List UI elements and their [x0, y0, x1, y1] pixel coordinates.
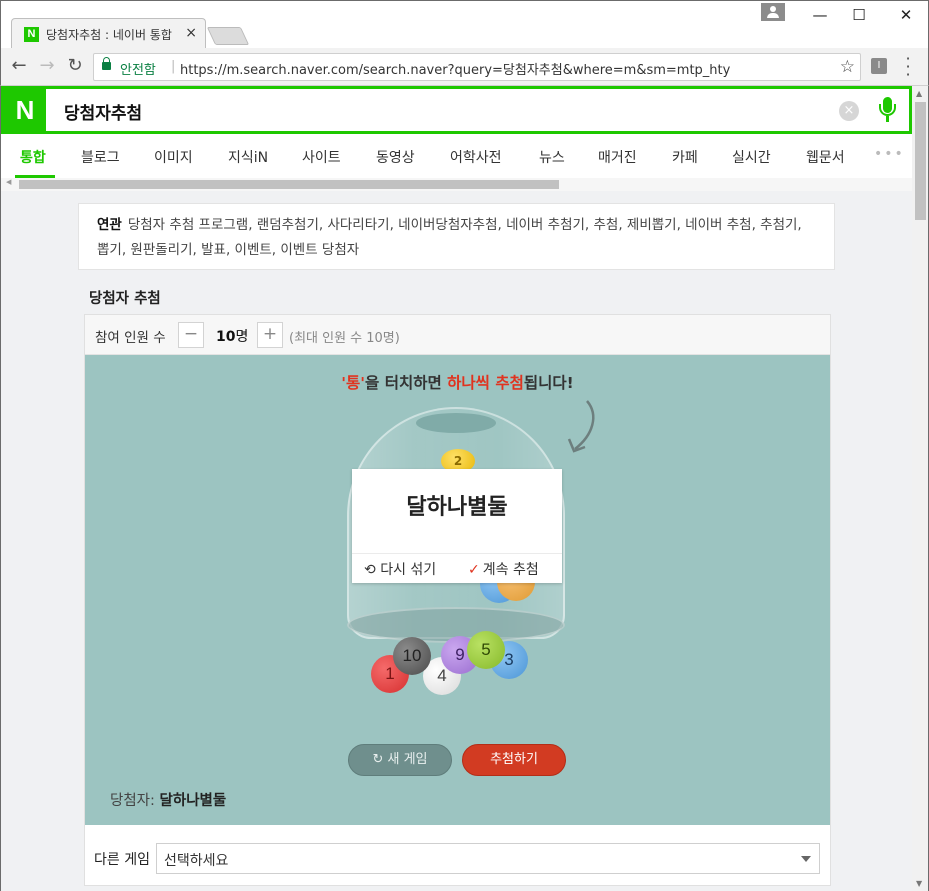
tab-dictionary[interactable]: 어학사전 [450, 147, 502, 167]
max-count-note: (최대 인원 수 10명) [289, 331, 400, 346]
participant-count-value: 10명 [216, 329, 249, 345]
jar-opening [416, 413, 496, 433]
tab-title: 당첨자추첨 : 네이버 통합 [46, 28, 172, 42]
select-value: 선택하세요 [164, 853, 229, 869]
tab-blog[interactable]: 블로그 [81, 147, 120, 167]
browser-titlebar: N 당첨자추첨 : 네이버 통합 × — ☐ ✕ [0, 0, 929, 49]
tab-cafe[interactable]: 카페 [672, 147, 698, 167]
naver-favicon-icon: N [24, 27, 39, 42]
related-keywords-list[interactable]: 당첨자 추첨 프로그램, 랜덤추첨기, 사다리타기, 네이버당첨자추첨, 네이버… [97, 217, 802, 258]
page-viewport: N 당첨자추첨 × 통합 블로그 이미지 지식iN 사이트 동영상 어학사전 뉴… [0, 86, 912, 891]
winner-line: 당첨자: 달하나별둘 [110, 793, 227, 809]
refresh-icon: ↻ [372, 752, 388, 767]
search-bar: N 당첨자추첨 × [1, 86, 912, 134]
result-name: 달하나별둘 [406, 495, 508, 520]
clear-search-icon[interactable]: × [839, 101, 859, 121]
tab-kin[interactable]: 지식iN [228, 147, 268, 167]
participant-count-label: 참여 인원 수 [95, 330, 166, 346]
naver-logo[interactable]: N [4, 89, 46, 131]
lock-icon [102, 57, 111, 70]
vertical-scrollbar[interactable]: ▲ ▼ [912, 86, 929, 891]
browser-toolbar: ← → ↻ 안전함 | https://m.search.naver.com/s… [0, 48, 929, 86]
new-tab-button[interactable] [206, 27, 250, 45]
instruction-text: '통'을 터치하면 하나씩 추첨됩니다! [341, 374, 574, 392]
result-actions: ⟲ 다시 섞기 ✓ 계속 추첨 [352, 553, 562, 583]
scroll-thumb[interactable] [915, 102, 926, 220]
tab-images[interactable]: 이미지 [154, 147, 193, 167]
minimize-button[interactable]: — [805, 5, 835, 25]
maximize-button[interactable]: ☐ [844, 5, 874, 25]
tab-news[interactable]: 뉴스 [539, 147, 565, 167]
search-tabs: 통합 블로그 이미지 지식iN 사이트 동영상 어학사전 뉴스 매거진 카페 실… [1, 134, 912, 178]
other-games-select[interactable]: 선택하세요 [156, 843, 820, 874]
draw-button[interactable]: 추첨하기 [462, 744, 566, 776]
tab-close-icon[interactable]: × [185, 25, 197, 41]
tabs-horizontal-scrollbar[interactable]: ◀ [1, 178, 912, 191]
forward-arrow-icon[interactable]: → [36, 55, 58, 77]
ball-10: 10 [393, 637, 431, 675]
back-arrow-icon[interactable]: ← [8, 55, 30, 77]
browser-tab[interactable]: N 당첨자추첨 : 네이버 통합 × [11, 18, 206, 49]
tab-realtime[interactable]: 실시간 [732, 147, 771, 167]
search-input[interactable]: 당첨자추첨 [64, 99, 142, 124]
tab-magazine[interactable]: 매거진 [598, 147, 637, 167]
tab-integrated[interactable]: 통합 [20, 147, 46, 167]
tab-sites[interactable]: 사이트 [302, 147, 341, 167]
lottery-widget: 참여 인원 수 − 10명 + (최대 인원 수 10명) '통'을 터치하면 … [84, 314, 831, 886]
secure-label: 안전함 [120, 63, 156, 78]
result-card: 달하나별둘 ⟲ 다시 섞기 ✓ 계속 추첨 [352, 469, 562, 583]
ball-5: 5 [467, 631, 505, 669]
reload-icon[interactable]: ↻ [64, 55, 86, 77]
close-window-button[interactable]: ✕ [891, 5, 921, 25]
bookmark-star-icon[interactable]: ☆ [840, 57, 855, 77]
address-bar[interactable]: 안전함 | https://m.search.naver.com/search.… [93, 53, 861, 81]
tab-webdocs[interactable]: 웹문서 [806, 147, 845, 167]
scroll-down-icon[interactable]: ▼ [916, 879, 922, 888]
continue-draw-button[interactable]: ✓ 계속 추첨 [468, 559, 539, 579]
scroll-left-icon[interactable]: ◀ [6, 178, 11, 186]
other-games-label: 다른 게임 [94, 852, 150, 868]
related-label: 연관 [97, 217, 122, 233]
user-profile-icon[interactable] [761, 3, 785, 21]
check-icon: ✓ [468, 562, 480, 578]
browser-menu-icon[interactable]: · · · [903, 51, 913, 83]
reshuffle-button[interactable]: ⟲ 다시 섞기 [364, 559, 436, 579]
chevron-down-icon [801, 856, 811, 862]
participant-count-row: 참여 인원 수 − 10명 + (최대 인원 수 10명) [85, 315, 830, 355]
tab-video[interactable]: 동영상 [376, 147, 415, 167]
section-title: 당첨자 추첨 [89, 291, 161, 307]
decrease-count-button[interactable]: − [178, 322, 204, 348]
extension-icon[interactable]: I [871, 58, 887, 74]
more-tabs-icon[interactable]: ••• [874, 146, 905, 162]
scroll-up-icon[interactable]: ▲ [916, 89, 922, 98]
other-games-row: 다른 게임 선택하세요 [85, 825, 830, 885]
url-text[interactable]: https://m.search.naver.com/search.naver?… [180, 59, 730, 78]
tabs-scroll-thumb[interactable] [19, 180, 559, 189]
draw-stage: '통'을 터치하면 하나씩 추첨됩니다! 2 달하나별둘 ⟲ 다시 섞기 ✓ 계속… [85, 355, 830, 825]
new-game-button[interactable]: ↻ 새 게임 [348, 744, 452, 776]
increase-count-button[interactable]: + [257, 322, 283, 348]
curved-arrow-icon [567, 400, 595, 453]
url-separator: | [171, 59, 176, 74]
microphone-icon[interactable] [879, 97, 896, 123]
related-keywords: 연관 당첨자 추첨 프로그램, 랜덤추첨기, 사다리타기, 네이버당첨자추첨, 네… [78, 203, 835, 270]
undo-icon: ⟲ [364, 562, 381, 578]
